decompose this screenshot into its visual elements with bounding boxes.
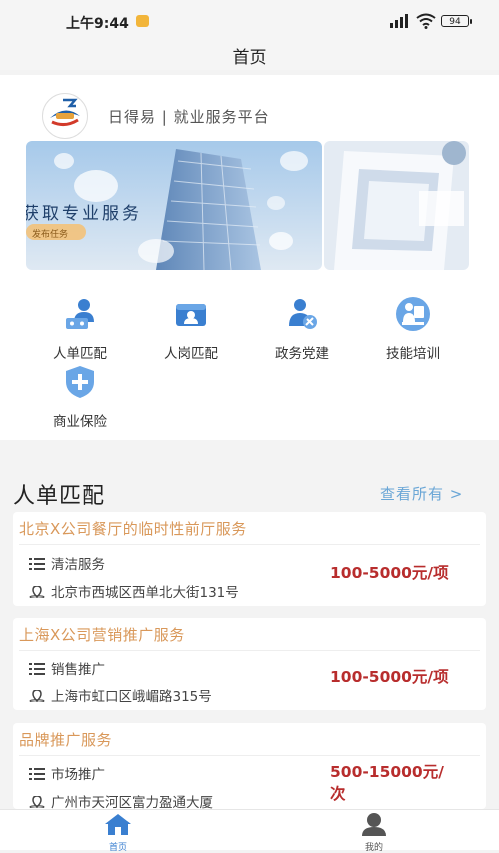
brand-name: 日得易 | 就业服务平台	[108, 108, 270, 126]
menu-label: 技能培训	[386, 346, 440, 362]
listing-title: 品牌推广服务	[19, 731, 113, 749]
divider	[19, 650, 480, 651]
category-label: 销售推广	[51, 662, 105, 678]
menu-label: 商业保险	[53, 414, 107, 430]
listing-price: 500-15000元/ 次	[330, 763, 444, 803]
address-label: 上海市虹口区峨嵋路315号	[51, 689, 212, 705]
tab-label: 我的	[364, 843, 383, 853]
party-building-icon	[289, 299, 317, 329]
listing-title: 北京X公司餐厅的临时性前厅服务	[19, 520, 247, 538]
location-icon	[29, 796, 45, 808]
address-label: 北京市西城区西单北大街131号	[51, 585, 239, 601]
divider	[19, 544, 480, 545]
listing-address: 广州市天河区富力盈通大厦	[29, 791, 213, 811]
battery-icon: 94	[441, 15, 472, 27]
category-label: 清洁服务	[51, 557, 105, 573]
person-match-icon	[66, 299, 94, 329]
list-icon	[29, 558, 45, 570]
banner-subtext: 发布任务	[32, 230, 69, 240]
menu-skills-training[interactable]: 技能培训	[368, 296, 458, 362]
location-icon	[29, 586, 45, 598]
menu-insurance[interactable]: 商业保险	[35, 364, 125, 430]
listing-card[interactable]: 上海X公司营销推广服务 销售推广 上海市虹口区峨嵋路315号 100-5000元…	[13, 618, 486, 710]
tab-label: 首页	[108, 843, 127, 853]
tab-home[interactable]: 首页	[88, 812, 148, 853]
notification-icon	[136, 15, 149, 27]
menu-party-building[interactable]: 政务党建	[257, 296, 347, 362]
bottom-tab-bar: 首页 我的	[0, 809, 499, 853]
listing-title: 上海X公司营销推广服务	[19, 626, 185, 644]
banner-side[interactable]	[324, 141, 469, 270]
location-icon	[29, 690, 45, 702]
status-bar: 上午9:44 94	[0, 0, 499, 40]
listing-price: 100-5000元/项	[330, 564, 449, 582]
list-icon	[29, 663, 45, 675]
status-time: 上午9:44	[66, 16, 129, 32]
listing-category: 销售推广	[29, 658, 105, 678]
view-all-link[interactable]: 查看所有 >	[380, 483, 463, 504]
banner-main[interactable]: 获取专业服务 发布任务	[26, 141, 322, 270]
list-icon	[29, 768, 45, 780]
listing-category: 清洁服务	[29, 553, 105, 573]
listing-address: 上海市虹口区峨嵋路315号	[29, 685, 212, 705]
id-card-icon	[176, 304, 206, 326]
tab-mine[interactable]: 我的	[344, 812, 404, 853]
menu-label: 政务党建	[275, 346, 329, 362]
listing-category: 市场推广	[29, 763, 105, 783]
home-icon	[105, 814, 131, 835]
nav-bar: 首页	[0, 40, 499, 70]
menu-job-match[interactable]: 人岗匹配	[146, 296, 236, 362]
listing-card[interactable]: 北京X公司餐厅的临时性前厅服务 清洁服务 北京市西城区西单北大街131号 100…	[13, 512, 486, 606]
wifi-icon	[416, 13, 436, 29]
user-icon	[362, 813, 386, 836]
signal-icon	[390, 14, 408, 28]
brand-logo	[42, 93, 88, 139]
menu-person-match[interactable]: 人单匹配	[35, 296, 125, 362]
page-title: 首页	[232, 48, 267, 68]
menu-label: 人岗匹配	[164, 346, 218, 362]
training-icon	[396, 297, 430, 331]
listing-card[interactable]: 品牌推广服务 市场推广 广州市天河区富力盈通大厦 500-15000元/ 次	[13, 723, 486, 811]
insurance-shield-icon	[66, 366, 94, 398]
banner-text: 获取专业服务	[26, 204, 142, 224]
listing-address: 北京市西城区西单北大街131号	[29, 581, 239, 601]
category-label: 市场推广	[51, 767, 105, 783]
menu-label: 人单匹配	[53, 346, 107, 362]
section-title: 人单匹配	[13, 484, 106, 509]
listing-price: 100-5000元/项	[330, 668, 449, 686]
divider	[19, 755, 480, 756]
